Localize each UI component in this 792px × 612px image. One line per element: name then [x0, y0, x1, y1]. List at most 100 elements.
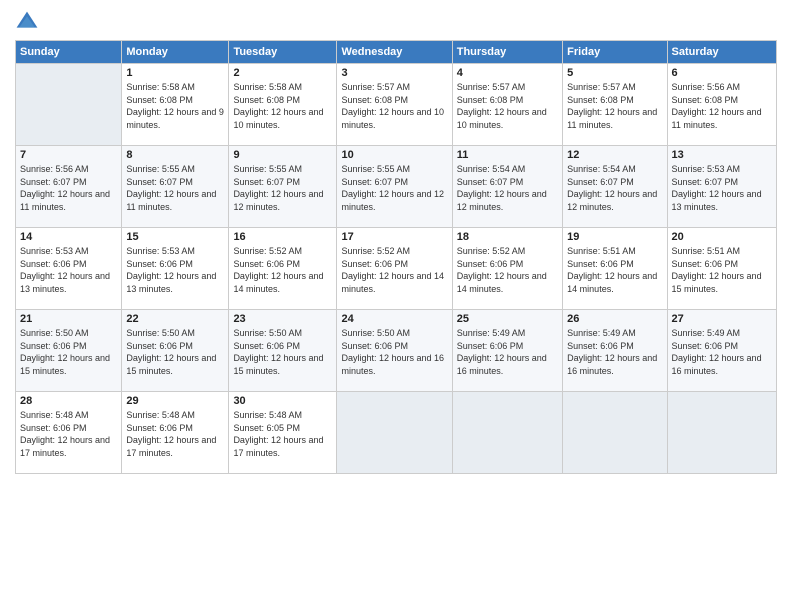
daylight: Daylight: 12 hours and 13 minutes. — [672, 189, 762, 212]
day-cell: 3 Sunrise: 5:57 AM Sunset: 6:08 PM Dayli… — [337, 64, 452, 146]
sunrise: Sunrise: 5:51 AM — [672, 246, 741, 256]
day-info: Sunrise: 5:55 AM Sunset: 6:07 PM Dayligh… — [126, 163, 224, 213]
day-number: 22 — [126, 313, 224, 325]
week-row-3: 14 Sunrise: 5:53 AM Sunset: 6:06 PM Dayl… — [16, 228, 777, 310]
daylight: Daylight: 12 hours and 10 minutes. — [233, 107, 323, 130]
day-number: 16 — [233, 231, 332, 243]
day-cell: 29 Sunrise: 5:48 AM Sunset: 6:06 PM Dayl… — [122, 392, 229, 474]
day-cell: 23 Sunrise: 5:50 AM Sunset: 6:06 PM Dayl… — [229, 310, 337, 392]
day-cell — [563, 392, 667, 474]
week-row-1: 1 Sunrise: 5:58 AM Sunset: 6:08 PM Dayli… — [16, 64, 777, 146]
sunset: Sunset: 6:07 PM — [672, 177, 739, 187]
day-info: Sunrise: 5:58 AM Sunset: 6:08 PM Dayligh… — [126, 81, 224, 131]
day-cell — [337, 392, 452, 474]
day-cell: 6 Sunrise: 5:56 AM Sunset: 6:08 PM Dayli… — [667, 64, 776, 146]
day-cell: 17 Sunrise: 5:52 AM Sunset: 6:06 PM Dayl… — [337, 228, 452, 310]
page: SundayMondayTuesdayWednesdayThursdayFrid… — [0, 0, 792, 612]
day-cell: 14 Sunrise: 5:53 AM Sunset: 6:06 PM Dayl… — [16, 228, 122, 310]
daylight: Daylight: 12 hours and 15 minutes. — [233, 353, 323, 376]
day-number: 14 — [20, 231, 117, 243]
week-row-5: 28 Sunrise: 5:48 AM Sunset: 6:06 PM Dayl… — [16, 392, 777, 474]
daylight: Daylight: 12 hours and 11 minutes. — [126, 189, 216, 212]
day-info: Sunrise: 5:50 AM Sunset: 6:06 PM Dayligh… — [341, 327, 447, 377]
sunrise: Sunrise: 5:56 AM — [20, 164, 89, 174]
sunrise: Sunrise: 5:58 AM — [126, 82, 195, 92]
sunrise: Sunrise: 5:54 AM — [457, 164, 526, 174]
sunset: Sunset: 6:06 PM — [341, 259, 408, 269]
sunrise: Sunrise: 5:55 AM — [341, 164, 410, 174]
daylight: Daylight: 12 hours and 10 minutes. — [457, 107, 547, 130]
sunset: Sunset: 6:06 PM — [672, 259, 739, 269]
sunrise: Sunrise: 5:53 AM — [126, 246, 195, 256]
sunset: Sunset: 6:07 PM — [20, 177, 87, 187]
daylight: Daylight: 12 hours and 17 minutes. — [126, 435, 216, 458]
sunrise: Sunrise: 5:49 AM — [567, 328, 636, 338]
day-number: 24 — [341, 313, 447, 325]
sunset: Sunset: 6:07 PM — [457, 177, 524, 187]
daylight: Daylight: 12 hours and 15 minutes. — [126, 353, 216, 376]
header-cell-saturday: Saturday — [667, 41, 776, 64]
day-cell: 25 Sunrise: 5:49 AM Sunset: 6:06 PM Dayl… — [452, 310, 562, 392]
day-info: Sunrise: 5:57 AM Sunset: 6:08 PM Dayligh… — [457, 81, 558, 131]
day-info: Sunrise: 5:55 AM Sunset: 6:07 PM Dayligh… — [233, 163, 332, 213]
day-cell: 30 Sunrise: 5:48 AM Sunset: 6:05 PM Dayl… — [229, 392, 337, 474]
day-cell — [667, 392, 776, 474]
day-cell: 28 Sunrise: 5:48 AM Sunset: 6:06 PM Dayl… — [16, 392, 122, 474]
day-cell: 1 Sunrise: 5:58 AM Sunset: 6:08 PM Dayli… — [122, 64, 229, 146]
daylight: Daylight: 12 hours and 11 minutes. — [20, 189, 110, 212]
sunset: Sunset: 6:07 PM — [567, 177, 634, 187]
sunrise: Sunrise: 5:50 AM — [20, 328, 89, 338]
daylight: Daylight: 12 hours and 10 minutes. — [341, 107, 444, 130]
day-number: 12 — [567, 149, 662, 161]
sunrise: Sunrise: 5:56 AM — [672, 82, 741, 92]
day-info: Sunrise: 5:56 AM Sunset: 6:08 PM Dayligh… — [672, 81, 772, 131]
daylight: Daylight: 12 hours and 16 minutes. — [672, 353, 762, 376]
day-info: Sunrise: 5:56 AM Sunset: 6:07 PM Dayligh… — [20, 163, 117, 213]
day-info: Sunrise: 5:49 AM Sunset: 6:06 PM Dayligh… — [672, 327, 772, 377]
day-number: 3 — [341, 67, 447, 79]
daylight: Daylight: 12 hours and 15 minutes. — [20, 353, 110, 376]
daylight: Daylight: 12 hours and 14 minutes. — [567, 271, 657, 294]
day-cell: 4 Sunrise: 5:57 AM Sunset: 6:08 PM Dayli… — [452, 64, 562, 146]
week-row-2: 7 Sunrise: 5:56 AM Sunset: 6:07 PM Dayli… — [16, 146, 777, 228]
day-info: Sunrise: 5:52 AM Sunset: 6:06 PM Dayligh… — [341, 245, 447, 295]
day-cell: 7 Sunrise: 5:56 AM Sunset: 6:07 PM Dayli… — [16, 146, 122, 228]
sunrise: Sunrise: 5:55 AM — [233, 164, 302, 174]
sunset: Sunset: 6:06 PM — [233, 259, 300, 269]
sunrise: Sunrise: 5:57 AM — [567, 82, 636, 92]
day-cell: 8 Sunrise: 5:55 AM Sunset: 6:07 PM Dayli… — [122, 146, 229, 228]
header-cell-wednesday: Wednesday — [337, 41, 452, 64]
day-number: 30 — [233, 395, 332, 407]
sunset: Sunset: 6:06 PM — [233, 341, 300, 351]
day-number: 21 — [20, 313, 117, 325]
day-info: Sunrise: 5:57 AM Sunset: 6:08 PM Dayligh… — [341, 81, 447, 131]
day-cell: 18 Sunrise: 5:52 AM Sunset: 6:06 PM Dayl… — [452, 228, 562, 310]
calendar-table: SundayMondayTuesdayWednesdayThursdayFrid… — [15, 40, 777, 474]
sunset: Sunset: 6:06 PM — [126, 259, 193, 269]
sunrise: Sunrise: 5:52 AM — [233, 246, 302, 256]
day-number: 28 — [20, 395, 117, 407]
daylight: Daylight: 12 hours and 14 minutes. — [341, 271, 444, 294]
sunset: Sunset: 6:07 PM — [341, 177, 408, 187]
sunset: Sunset: 6:08 PM — [567, 95, 634, 105]
sunset: Sunset: 6:06 PM — [672, 341, 739, 351]
day-info: Sunrise: 5:53 AM Sunset: 6:06 PM Dayligh… — [20, 245, 117, 295]
daylight: Daylight: 12 hours and 17 minutes. — [20, 435, 110, 458]
sunrise: Sunrise: 5:58 AM — [233, 82, 302, 92]
daylight: Daylight: 12 hours and 16 minutes. — [457, 353, 547, 376]
sunset: Sunset: 6:08 PM — [233, 95, 300, 105]
day-info: Sunrise: 5:51 AM Sunset: 6:06 PM Dayligh… — [672, 245, 772, 295]
day-info: Sunrise: 5:51 AM Sunset: 6:06 PM Dayligh… — [567, 245, 662, 295]
sunrise: Sunrise: 5:57 AM — [457, 82, 526, 92]
sunrise: Sunrise: 5:48 AM — [126, 410, 195, 420]
daylight: Daylight: 12 hours and 15 minutes. — [672, 271, 762, 294]
day-info: Sunrise: 5:50 AM Sunset: 6:06 PM Dayligh… — [126, 327, 224, 377]
sunrise: Sunrise: 5:49 AM — [672, 328, 741, 338]
day-cell: 9 Sunrise: 5:55 AM Sunset: 6:07 PM Dayli… — [229, 146, 337, 228]
day-info: Sunrise: 5:54 AM Sunset: 6:07 PM Dayligh… — [457, 163, 558, 213]
sunset: Sunset: 6:06 PM — [341, 341, 408, 351]
day-cell — [452, 392, 562, 474]
day-info: Sunrise: 5:50 AM Sunset: 6:06 PM Dayligh… — [20, 327, 117, 377]
day-cell: 15 Sunrise: 5:53 AM Sunset: 6:06 PM Dayl… — [122, 228, 229, 310]
daylight: Daylight: 12 hours and 12 minutes. — [341, 189, 444, 212]
